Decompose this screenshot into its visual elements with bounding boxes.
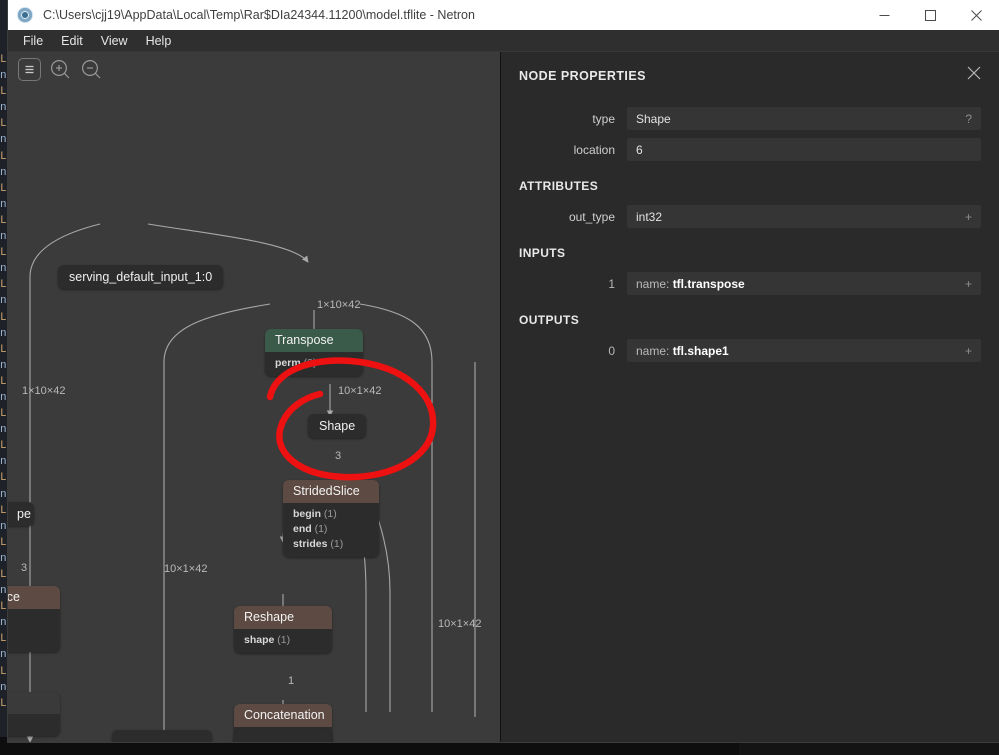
graph-canvas[interactable]: serving_default_input_1:0 Transpose perm… bbox=[8, 52, 501, 742]
menu-item-edit[interactable]: Edit bbox=[52, 32, 92, 50]
graph-node-label: Transpose bbox=[265, 329, 363, 352]
property-value-text: Shape bbox=[636, 111, 671, 126]
menu-item-help[interactable]: Help bbox=[137, 32, 181, 50]
expand-icon[interactable]: + bbox=[965, 210, 972, 224]
graph-node-transpose[interactable]: Transpose perm (3) bbox=[265, 329, 363, 376]
graph-node-attributes: perm (3) bbox=[265, 352, 363, 376]
output-value[interactable]: name: tfl.shape1 + bbox=[627, 339, 981, 362]
node-properties-panel: NODE PROPERTIES type Shape ? location 6 … bbox=[501, 52, 999, 742]
graph-node-label: Concatenation bbox=[234, 704, 332, 727]
graph-node-shape[interactable]: Shape bbox=[308, 414, 367, 438]
edge-label: 3 bbox=[21, 562, 28, 574]
graph-node-label: Shape bbox=[319, 419, 356, 433]
property-key: location bbox=[573, 142, 615, 157]
attribute-value-text: int32 bbox=[636, 209, 663, 224]
attribute-row-out-type: out_type int32 + bbox=[519, 205, 981, 228]
graph-toolbar bbox=[18, 58, 103, 81]
help-icon[interactable]: ? bbox=[965, 112, 972, 126]
zoom-out-icon[interactable] bbox=[80, 58, 103, 81]
output-name-prefix: name: bbox=[636, 343, 673, 358]
attr-value: (1) bbox=[314, 523, 328, 535]
input-value[interactable]: name: tfl.transpose + bbox=[627, 272, 981, 295]
graph-node-reshape[interactable]: Reshape shape (1) bbox=[234, 606, 332, 653]
edge-label: 10×1×42 bbox=[338, 385, 382, 397]
properties-header: NODE PROPERTIES bbox=[519, 66, 981, 85]
section-title-attributes: ATTRIBUTES bbox=[519, 179, 599, 193]
graph-node-label: ice bbox=[8, 586, 60, 609]
graph-node-bottom-1[interactable] bbox=[112, 730, 212, 742]
attribute-key: out_type bbox=[568, 209, 615, 224]
edge-label: 3 bbox=[335, 450, 342, 462]
minimize-icon[interactable] bbox=[861, 0, 907, 30]
property-value-type[interactable]: Shape ? bbox=[627, 107, 981, 130]
graph-node-stridedslice[interactable]: StridedSlice begin (1) end (1) strides (… bbox=[283, 480, 379, 557]
graph-node-clipped-3[interactable] bbox=[8, 692, 60, 736]
graph-node-label-empty bbox=[8, 692, 60, 714]
edge-label: 1×10×42 bbox=[317, 299, 361, 311]
graph-node-label: StridedSlice bbox=[283, 480, 379, 503]
edge-label: 1×10×42 bbox=[22, 385, 66, 397]
attr-value: (1) bbox=[323, 508, 337, 520]
close-icon[interactable] bbox=[953, 0, 999, 30]
menu-item-view[interactable]: View bbox=[92, 32, 137, 50]
graph-node-attributes: begin (1) end (1) strides (1) bbox=[283, 503, 379, 557]
attr-strides: strides (1) bbox=[293, 537, 369, 552]
output-index: 0 bbox=[608, 343, 615, 358]
graph-node-attributes: shape (1) bbox=[234, 629, 332, 653]
attr-name: shape bbox=[244, 634, 275, 646]
output-row-0: 0 name: tfl.shape1 + bbox=[519, 339, 981, 362]
graph-node-input[interactable]: serving_default_input_1:0 bbox=[58, 265, 224, 289]
graph-node-attributes bbox=[8, 609, 60, 652]
attr-name: end bbox=[293, 523, 312, 535]
attr-value: (3) bbox=[303, 357, 317, 369]
property-value-location[interactable]: 6 bbox=[627, 138, 981, 161]
window-controls bbox=[861, 0, 999, 30]
input-row-0: 1 name: tfl.transpose + bbox=[519, 272, 981, 295]
attr-name: begin bbox=[293, 508, 321, 520]
edge-label: 1 bbox=[288, 675, 295, 687]
property-key: type bbox=[592, 111, 615, 126]
properties-title: NODE PROPERTIES bbox=[519, 68, 646, 83]
attr-name: strides bbox=[293, 538, 328, 550]
window-body: serving_default_input_1:0 Transpose perm… bbox=[8, 52, 999, 742]
attr-begin: begin (1) bbox=[293, 507, 369, 522]
graph-node-label: pe bbox=[17, 507, 31, 521]
attr-perm: perm (3) bbox=[275, 356, 353, 371]
attr-end: end (1) bbox=[293, 522, 369, 537]
input-name-value: tfl.transpose bbox=[672, 276, 745, 291]
graph-node-label: serving_default_input_1:0 bbox=[69, 270, 213, 284]
output-name-value: tfl.shape1 bbox=[672, 343, 729, 358]
graph-node-stridedslice-clipped[interactable]: ice bbox=[8, 586, 60, 652]
section-title-outputs: OUTPUTS bbox=[519, 313, 580, 327]
maximize-icon[interactable] bbox=[907, 0, 953, 30]
graph-node-shape-clipped[interactable]: pe bbox=[8, 502, 34, 526]
netron-window: C:\Users\cjj19\AppData\Local\Temp\Rar$DI… bbox=[8, 0, 999, 742]
attribute-value-out-type[interactable]: int32 + bbox=[627, 205, 981, 228]
menu-bar: File Edit View Help bbox=[8, 30, 999, 52]
property-row-location: location 6 bbox=[519, 138, 981, 161]
close-icon[interactable] bbox=[967, 66, 981, 85]
input-name-prefix: name: bbox=[636, 276, 673, 291]
title-bar: C:\Users\cjj19\AppData\Local\Temp\Rar$DI… bbox=[8, 0, 999, 30]
section-title-inputs: INPUTS bbox=[519, 246, 566, 260]
property-value-text: 6 bbox=[636, 142, 643, 157]
property-row-type: type Shape ? bbox=[519, 107, 981, 130]
menu-item-file[interactable]: File bbox=[14, 32, 52, 50]
attr-value: (1) bbox=[330, 538, 344, 550]
graph-node-label: Reshape bbox=[234, 606, 332, 629]
zoom-in-icon[interactable] bbox=[49, 58, 72, 81]
expand-icon[interactable]: + bbox=[965, 344, 972, 358]
edge-label: 10×1×42 bbox=[438, 618, 482, 630]
input-index: 1 bbox=[608, 276, 615, 291]
attr-name: perm bbox=[275, 357, 301, 369]
graph-node-bottom-2[interactable] bbox=[234, 730, 332, 742]
window-title: C:\Users\cjj19\AppData\Local\Temp\Rar$DI… bbox=[43, 8, 475, 22]
list-menu-icon[interactable] bbox=[18, 58, 41, 81]
graph-node-attributes bbox=[8, 714, 60, 736]
attr-value: (1) bbox=[277, 634, 291, 646]
attr-shape: shape (1) bbox=[244, 633, 322, 648]
expand-icon[interactable]: + bbox=[965, 277, 972, 291]
netron-app-icon bbox=[17, 7, 33, 23]
edge-label: 10×1×42 bbox=[164, 563, 208, 575]
